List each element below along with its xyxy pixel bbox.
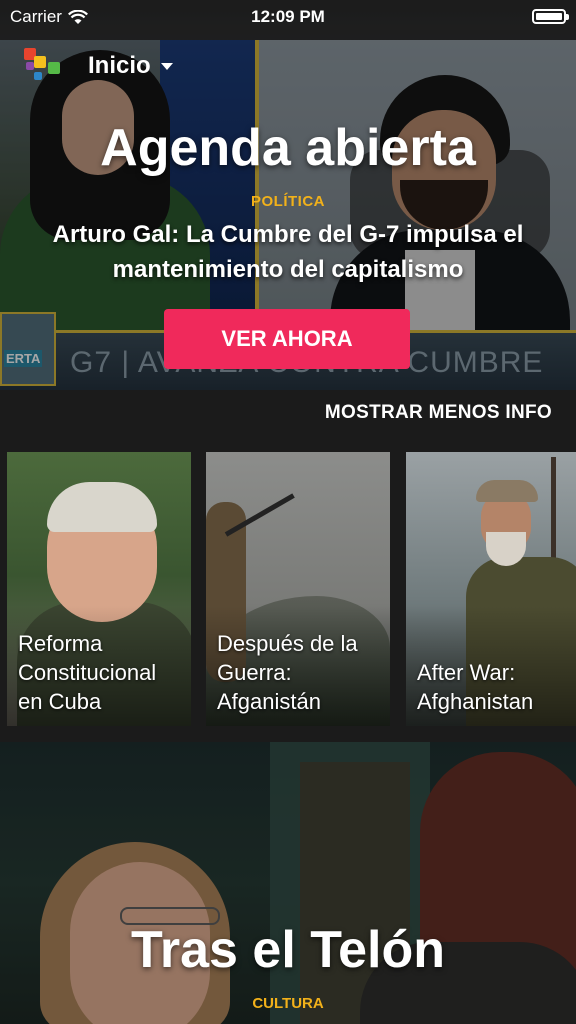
section-title: Inicio [88, 52, 151, 79]
second-feature-image[interactable] [0, 742, 576, 1024]
clock: 12:09 PM [251, 7, 325, 26]
video-card[interactable]: Después de la Guerra: Afganistán [206, 452, 390, 726]
chevron-down-icon [160, 62, 173, 70]
app-logo-icon[interactable] [22, 44, 66, 88]
section-dropdown[interactable]: Inicio [88, 52, 173, 80]
featured-category: POLÍTICA [251, 193, 325, 210]
show-less-info-link[interactable]: MOSTRAR MENOS INFO [325, 402, 552, 424]
second-feature-category: CULTURA [252, 995, 324, 1012]
card-title: Después de la Guerra: Afganistán [217, 631, 358, 714]
video-card[interactable]: After War: Afghanistan [406, 452, 576, 726]
featured-show-title: Agenda abierta [100, 119, 476, 177]
video-card[interactable]: Reforma Constitucional en Cuba [7, 452, 191, 726]
second-feature-title: Tras el Telón [130, 921, 446, 979]
status-bar: Carrier 12:09 PM [0, 0, 576, 34]
watch-now-button[interactable]: VER AHORA [164, 309, 410, 369]
app-header: Inicio [0, 36, 576, 92]
featured-episode-title[interactable]: Arturo Gal: La Cumbre del G-7 impulsa el… [0, 217, 576, 287]
battery-icon [532, 9, 569, 24]
card-title: After War: Afghanistan [417, 660, 534, 714]
card-title: Reforma Constitucional en Cuba [18, 631, 157, 714]
